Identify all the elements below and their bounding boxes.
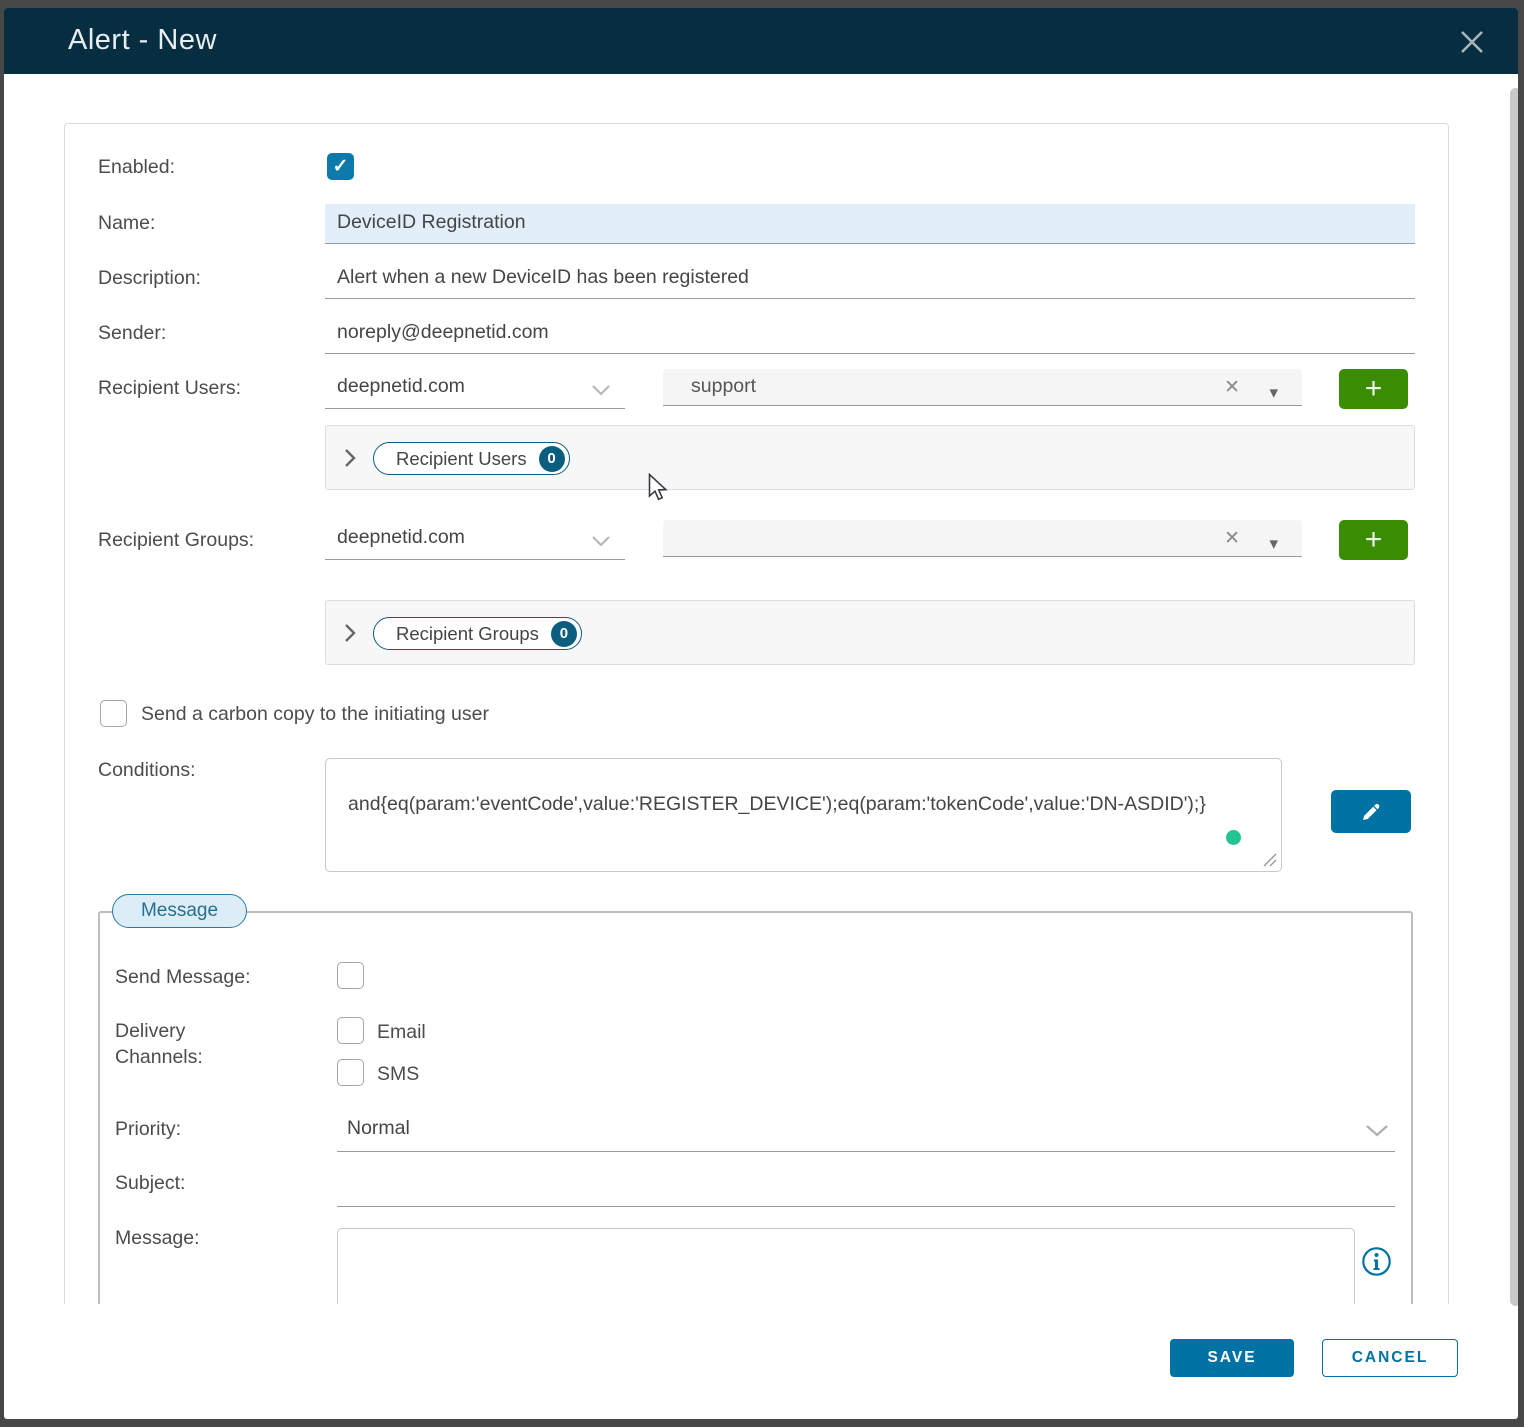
close-icon[interactable] xyxy=(1456,26,1488,58)
carbon-copy-checkbox[interactable] xyxy=(100,700,127,727)
expand-chevron-icon[interactable] xyxy=(343,447,357,469)
conditions-value: and{eq(param:'eventCode',value:'REGISTER… xyxy=(348,793,1206,815)
plus-icon: + xyxy=(1364,523,1383,556)
name-label: Name: xyxy=(98,212,156,234)
status-dot xyxy=(1226,830,1241,845)
mouse-cursor xyxy=(648,473,668,501)
delivery-channels-label: Delivery Channels: xyxy=(115,1020,203,1068)
edit-conditions-button[interactable] xyxy=(1331,790,1411,833)
sms-checkbox[interactable] xyxy=(337,1059,364,1086)
email-label: Email xyxy=(377,1021,426,1043)
add-recipient-group-button[interactable]: + xyxy=(1339,520,1408,560)
chevron-down-icon xyxy=(592,536,610,547)
enabled-label: Enabled: xyxy=(98,156,175,178)
alert-dialog: Alert - New Enabled: ✓ Name: DeviceID Re… xyxy=(4,8,1518,1419)
clear-icon[interactable]: ✕ xyxy=(1224,529,1240,548)
caret-down-icon[interactable]: ▾ xyxy=(1269,384,1278,401)
recipient-users-count-badge: 0 xyxy=(538,445,565,472)
recipient-groups-domain-select[interactable]: deepnetid.com xyxy=(325,519,625,560)
caret-down-icon[interactable]: ▾ xyxy=(1269,535,1278,552)
recipient-groups-summary-pill[interactable]: Recipient Groups 0 xyxy=(373,617,582,650)
subject-label: Subject: xyxy=(115,1172,186,1194)
message-section-tab-label: Message xyxy=(140,900,219,921)
scrollbar[interactable] xyxy=(1510,88,1518,1306)
recipient-users-domain-select[interactable]: deepnetid.com xyxy=(325,368,625,409)
recipient-users-combobox-value: support xyxy=(691,375,757,397)
description-input[interactable]: Alert when a new DeviceID has been regis… xyxy=(325,259,1415,299)
priority-label: Priority: xyxy=(115,1118,182,1140)
resize-handle[interactable] xyxy=(1261,851,1278,868)
enabled-checkbox[interactable]: ✓ xyxy=(327,153,354,180)
sender-input[interactable]: noreply@deepnetid.com xyxy=(325,314,1415,354)
sms-label: SMS xyxy=(377,1063,420,1085)
check-icon: ✓ xyxy=(332,156,349,177)
carbon-copy-label: Send a carbon copy to the initiating use… xyxy=(141,703,489,725)
dialog-body: Enabled: ✓ Name: DeviceID Registration D… xyxy=(4,74,1518,1304)
recipient-users-summary-pill[interactable]: Recipient Users 0 xyxy=(373,442,570,475)
priority-value: Normal xyxy=(347,1117,410,1139)
description-label: Description: xyxy=(98,267,201,289)
info-icon[interactable] xyxy=(1361,1246,1392,1277)
send-message-label: Send Message: xyxy=(115,966,251,988)
conditions-label: Conditions: xyxy=(98,759,196,781)
pencil-icon xyxy=(1363,803,1380,820)
recipient-users-summary-label: Recipient Users xyxy=(396,447,527,469)
dialog-header: Alert - New xyxy=(4,8,1518,74)
chevron-down-icon xyxy=(1366,1125,1388,1137)
conditions-textarea[interactable]: and{eq(param:'eventCode',value:'REGISTER… xyxy=(325,758,1282,872)
recipient-groups-count-badge: 0 xyxy=(550,620,577,647)
sender-label: Sender: xyxy=(98,322,167,344)
message-label: Message: xyxy=(115,1227,200,1249)
recipient-users-domain-value: deepnetid.com xyxy=(337,375,465,397)
priority-select[interactable]: Normal xyxy=(337,1110,1395,1152)
add-recipient-user-button[interactable]: + xyxy=(1339,369,1408,409)
save-button[interactable]: SAVE xyxy=(1170,1339,1294,1377)
subject-input[interactable] xyxy=(337,1165,1395,1207)
plus-icon: + xyxy=(1364,372,1383,405)
recipient-users-label: Recipient Users: xyxy=(98,377,242,399)
screen-backdrop: Alert - New Enabled: ✓ Name: DeviceID Re… xyxy=(0,0,1524,1427)
cancel-button[interactable]: CANCEL xyxy=(1322,1339,1458,1377)
recipient-groups-summary-label: Recipient Groups xyxy=(396,622,539,644)
message-textarea[interactable] xyxy=(337,1228,1355,1304)
recipient-groups-label: Recipient Groups: xyxy=(98,529,255,551)
recipient-users-combobox[interactable]: support ✕ ▾ xyxy=(663,369,1302,406)
clear-icon[interactable]: ✕ xyxy=(1224,378,1240,397)
dialog-title: Alert - New xyxy=(68,24,217,56)
message-section-tab[interactable]: Message xyxy=(112,894,247,928)
recipient-groups-panel: Recipient Groups 0 xyxy=(325,600,1415,665)
chevron-down-icon xyxy=(592,385,610,396)
recipient-groups-combobox[interactable]: ✕ ▾ xyxy=(663,520,1302,557)
name-input[interactable]: DeviceID Registration xyxy=(325,204,1415,244)
expand-chevron-icon[interactable] xyxy=(343,622,357,644)
recipient-groups-domain-value: deepnetid.com xyxy=(337,526,465,548)
send-message-checkbox[interactable] xyxy=(337,962,364,989)
recipient-users-panel: Recipient Users 0 xyxy=(325,425,1415,490)
email-checkbox[interactable] xyxy=(337,1017,364,1044)
